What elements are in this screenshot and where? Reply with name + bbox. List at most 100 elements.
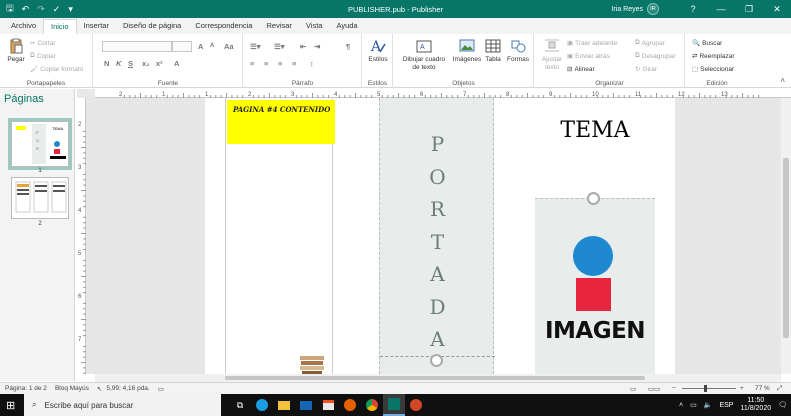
superscript-button[interactable]: x²	[156, 59, 163, 68]
increase-indent-icon[interactable]: ⇥	[314, 42, 320, 51]
volume-icon[interactable]: 🔈	[704, 401, 713, 409]
horizontal-scrollbar[interactable]	[95, 374, 781, 382]
imagen-logo-text[interactable]: IMAGEN	[533, 318, 657, 344]
close-button[interactable]: ✕	[763, 0, 791, 18]
font-color-button[interactable]: A	[174, 59, 179, 68]
wrap-text-button[interactable]: Ajustar texto	[538, 38, 566, 72]
books-image[interactable]	[298, 352, 328, 374]
bold-button[interactable]: N	[104, 59, 109, 68]
page-thumbnail-1[interactable]: P O R TEMA	[8, 118, 72, 170]
undo-icon[interactable]: ↶	[22, 4, 30, 15]
zoom-in-button[interactable]: +	[740, 385, 744, 392]
maximize-button[interactable]: ❐	[735, 0, 763, 18]
publication-page[interactable]: PAGINA #4 CONTENIDO P O R T A D A TEMA I…	[205, 98, 675, 374]
align-center-icon[interactable]: ≡	[264, 59, 268, 68]
zoom-slider-thumb[interactable]	[704, 385, 707, 392]
chrome-icon[interactable]	[361, 394, 383, 416]
tab-revisar[interactable]: Revisar	[259, 19, 298, 34]
check-icon[interactable]: ✓	[53, 4, 61, 15]
tray-chevron-icon[interactable]: ˄	[679, 402, 683, 409]
group-button[interactable]: ⧉ Agrupar	[635, 39, 665, 47]
rotation-handle-right[interactable]	[587, 192, 600, 205]
firefox-icon[interactable]	[339, 394, 361, 416]
tab-inicio[interactable]: Inicio	[43, 19, 77, 34]
draw-textbox-button[interactable]: A Dibujar cuadro de texto	[398, 38, 450, 72]
clock[interactable]: 11:50 11/8/2020	[740, 397, 771, 413]
tab-archivo[interactable]: Archivo	[4, 19, 43, 34]
horizontal-ruler[interactable]: 2 1 1 2 3 4 5 6 7 8 9 10 11 12 13	[95, 89, 791, 98]
justify-icon[interactable]: ≡	[292, 59, 296, 68]
select-button[interactable]: ⬚ Seleccionar	[692, 65, 734, 74]
styles-button[interactable]: A Estilos	[365, 38, 391, 64]
vertical-scrollbar[interactable]	[781, 98, 791, 374]
tab-ayuda[interactable]: Ayuda	[329, 19, 364, 34]
mail-icon[interactable]	[295, 394, 317, 416]
rotate-button[interactable]: ↻ Girar	[635, 65, 657, 74]
help-button[interactable]: ?	[679, 0, 707, 18]
panel-content[interactable]: PAGINA #4 CONTENIDO	[225, 98, 335, 374]
align-button[interactable]: ⊟ Alinear	[567, 65, 595, 74]
customize-qa-icon[interactable]: ▾	[68, 4, 73, 15]
font-name-combo[interactable]	[102, 41, 172, 52]
user-avatar[interactable]: IR	[647, 3, 659, 15]
edge-icon[interactable]	[251, 394, 273, 416]
paste-button[interactable]: Pegar	[5, 38, 27, 64]
publisher-app-icon[interactable]	[383, 394, 405, 416]
images-button[interactable]: Imágenes	[452, 38, 482, 64]
network-icon[interactable]: ▭	[690, 401, 697, 409]
bring-forward-button[interactable]: ▣ Traer adelante	[567, 39, 617, 48]
portada-letters[interactable]: P O R T A D A	[380, 128, 495, 356]
document-canvas[interactable]: PAGINA #4 CONTENIDO P O R T A D A TEMA I…	[86, 98, 781, 374]
shapes-button[interactable]: Formas	[504, 38, 532, 64]
page-thumbnail-2[interactable]	[11, 177, 69, 219]
tab-diseno-pagina[interactable]: Diseño de página	[116, 19, 188, 34]
underline-button[interactable]: S	[128, 59, 133, 68]
task-view-icon[interactable]: ⧉	[229, 394, 251, 416]
collapse-ribbon-icon[interactable]: ˄	[780, 76, 785, 85]
taskbar-search[interactable]: ⌕ Escribe aquí para buscar	[24, 394, 221, 416]
decrease-indent-icon[interactable]: ⇤	[300, 42, 306, 51]
red-square-shape[interactable]	[576, 278, 611, 311]
windows-start-icon[interactable]: ⊞	[6, 399, 15, 412]
send-back-button[interactable]: ▣ Enviar atrás	[567, 52, 610, 61]
shrink-font-button[interactable]: A	[210, 43, 214, 49]
tab-vista[interactable]: Vista	[299, 19, 330, 34]
two-page-view-icon[interactable]: ▭▭	[648, 385, 660, 393]
panel-tema[interactable]: TEMA IMAGEN	[535, 98, 655, 374]
tema-heading[interactable]: TEMA	[535, 118, 655, 143]
tab-correspondencia[interactable]: Correspondencia	[188, 19, 259, 34]
line-spacing-icon[interactable]: ↕	[310, 59, 314, 68]
tab-insertar[interactable]: Insertar	[77, 19, 116, 34]
align-left-icon[interactable]: ≡	[250, 59, 254, 68]
italic-button[interactable]: K	[116, 59, 121, 68]
notifications-icon[interactable]: 🗨	[778, 401, 787, 409]
bullets-icon[interactable]: ☰▾	[250, 42, 261, 51]
file-explorer-icon[interactable]	[273, 394, 295, 416]
horizontal-scroll-thumb[interactable]	[225, 376, 645, 380]
minimize-button[interactable]: —	[707, 0, 735, 18]
ungroup-button[interactable]: ⧉ Desagrupar	[635, 52, 676, 60]
format-painter-button[interactable]: 🖌 Copiar formato	[30, 65, 83, 74]
single-page-view-icon[interactable]: ▭	[630, 385, 636, 393]
replace-button[interactable]: ⇄ Reemplazar	[692, 52, 735, 61]
copy-button[interactable]: ⧉ Copiar	[30, 52, 56, 60]
table-button[interactable]: Tabla	[482, 38, 504, 64]
find-button[interactable]: 🔍 Buscar	[692, 39, 722, 48]
redo-icon[interactable]: ↷	[37, 4, 45, 15]
powerpoint-icon[interactable]	[405, 394, 427, 416]
rotation-handle[interactable]	[430, 354, 443, 367]
cut-button[interactable]: ✂ Cortar	[30, 39, 56, 48]
page-indicator[interactable]: Página: 1 de 2	[5, 385, 47, 392]
numbering-icon[interactable]: ☰▾	[274, 42, 285, 51]
fit-page-icon[interactable]: ⤢	[777, 385, 782, 393]
content-title-box[interactable]: PAGINA #4 CONTENIDO	[227, 100, 335, 144]
subscript-button[interactable]: x₂	[142, 59, 150, 68]
vertical-scroll-thumb[interactable]	[783, 158, 789, 338]
align-right-icon[interactable]: ≡	[278, 59, 282, 68]
user-name[interactable]: Iria Reyes	[611, 6, 643, 13]
pilcrow-button[interactable]: ¶	[346, 42, 350, 51]
zoom-slider-track[interactable]	[682, 388, 736, 389]
grow-font-button[interactable]: A	[198, 42, 203, 51]
store-icon[interactable]	[317, 394, 339, 416]
zoom-level[interactable]: 77 %	[755, 385, 770, 392]
